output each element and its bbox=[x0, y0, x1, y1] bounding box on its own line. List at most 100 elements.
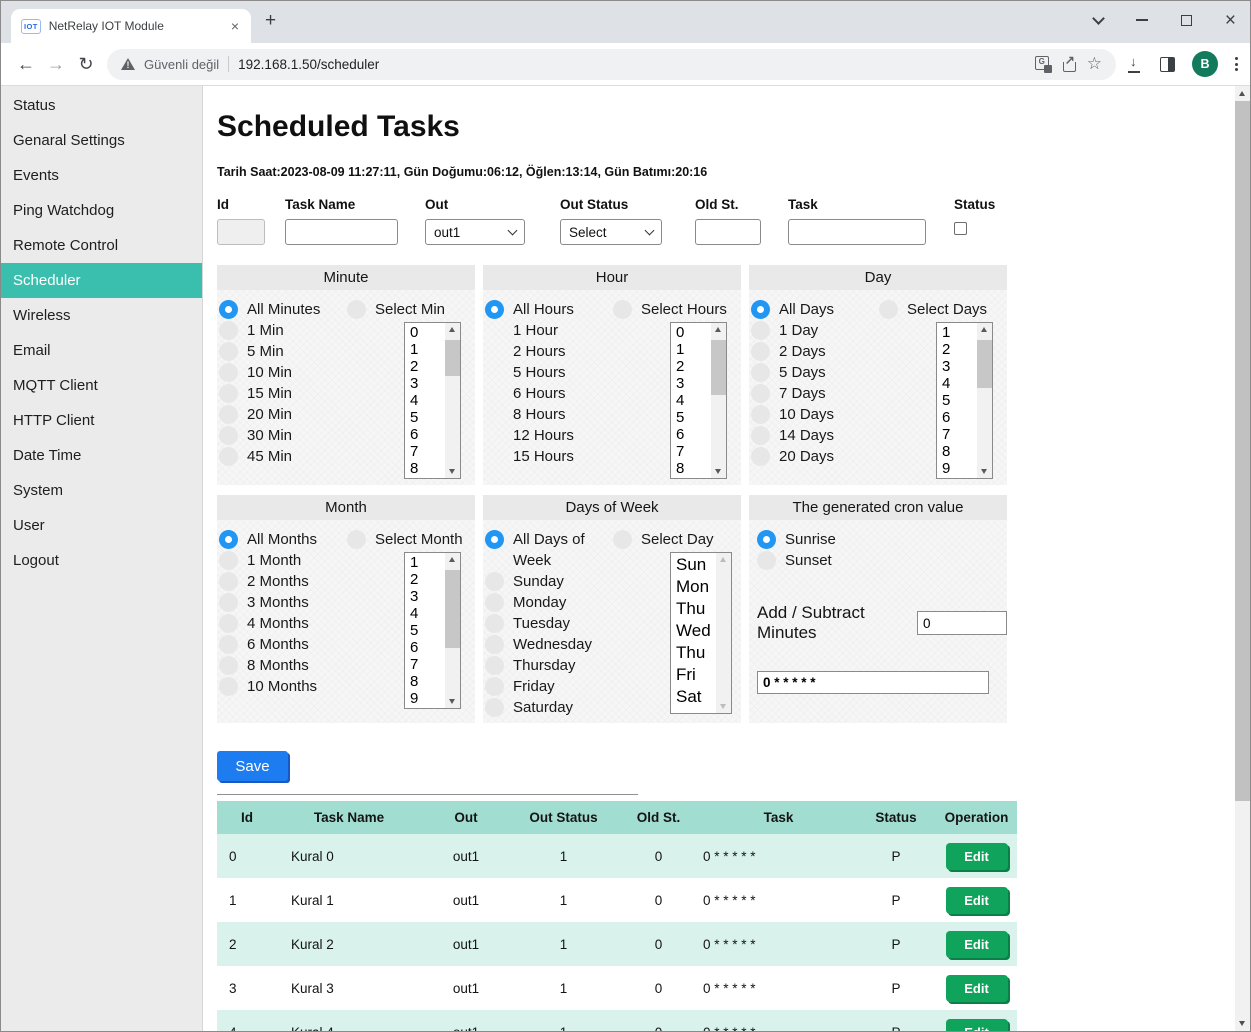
tab-close-icon[interactable]: × bbox=[229, 18, 241, 34]
scroll-thumb[interactable] bbox=[711, 340, 726, 395]
radio-option[interactable]: 2 Hours bbox=[485, 341, 613, 362]
listbox-option[interactable]: 1 bbox=[410, 341, 444, 358]
listbox-option[interactable]: 4 bbox=[410, 605, 444, 622]
scroll-thumb[interactable] bbox=[977, 340, 992, 388]
radio-option[interactable]: 5 Days bbox=[751, 362, 879, 383]
listbox-option[interactable]: 3 bbox=[410, 375, 444, 392]
select-hours-radio[interactable]: Select Hours bbox=[613, 299, 741, 320]
listbox-option[interactable]: 4 bbox=[676, 392, 710, 409]
listbox-option[interactable]: 10 bbox=[410, 707, 444, 709]
task-field[interactable] bbox=[788, 219, 926, 245]
radio-option[interactable]: 20 Days bbox=[751, 446, 879, 467]
radio-option[interactable]: 15 Min bbox=[219, 383, 347, 404]
listbox-option[interactable]: 8 bbox=[942, 443, 976, 460]
listbox-option[interactable]: Wed bbox=[676, 620, 715, 642]
listbox-option[interactable]: 3 bbox=[942, 358, 976, 375]
sidebar-item-date-time[interactable]: Date Time bbox=[1, 438, 202, 473]
radio-option[interactable]: 1 Min bbox=[219, 320, 347, 341]
radio-option[interactable]: 10 Days bbox=[751, 404, 879, 425]
scroll-up-icon[interactable] bbox=[716, 553, 731, 567]
listbox-option[interactable]: 9 bbox=[942, 460, 976, 477]
sidebar-item-status[interactable]: Status bbox=[1, 88, 202, 123]
listbox-option[interactable]: Thu bbox=[676, 598, 715, 620]
scroll-down-icon[interactable] bbox=[716, 699, 731, 713]
share-icon[interactable] bbox=[1061, 56, 1078, 72]
radio-option[interactable]: 45 Min bbox=[219, 446, 347, 467]
radio-option[interactable]: 6 Hours bbox=[485, 383, 613, 404]
listbox-option[interactable]: 1 bbox=[676, 341, 710, 358]
listbox-option[interactable]: 2 bbox=[942, 341, 976, 358]
sidebar-item-system[interactable]: System bbox=[1, 473, 202, 508]
listbox-option[interactable]: 2 bbox=[676, 358, 710, 375]
listbox-option[interactable]: 5 bbox=[410, 409, 444, 426]
radio-option[interactable]: 2 Months bbox=[219, 571, 347, 592]
select-month-radio[interactable]: Select Month bbox=[347, 529, 475, 550]
listbox-option[interactable]: Mon bbox=[676, 576, 715, 598]
sidebar-item-email[interactable]: Email bbox=[1, 333, 202, 368]
scroll-down-icon[interactable] bbox=[445, 464, 460, 478]
edit-button[interactable]: Edit bbox=[946, 975, 1008, 1002]
sidebar-item-mqtt-client[interactable]: MQTT Client bbox=[1, 368, 202, 403]
profile-avatar[interactable]: B bbox=[1192, 51, 1218, 77]
page-scrollbar[interactable] bbox=[1235, 86, 1250, 1031]
task-name-field[interactable] bbox=[285, 219, 398, 245]
radio-option[interactable]: 20 Min bbox=[219, 404, 347, 425]
radio-option[interactable]: Wednesday bbox=[485, 634, 613, 655]
listbox-option[interactable]: 8 bbox=[410, 673, 444, 690]
back-icon[interactable]: ← bbox=[11, 54, 41, 75]
sidebar-item-remote-control[interactable]: Remote Control bbox=[1, 228, 202, 263]
listbox-option[interactable]: 7 bbox=[676, 443, 710, 460]
scroll-up-icon[interactable] bbox=[445, 553, 460, 567]
old-st-field[interactable] bbox=[695, 219, 761, 245]
listbox-option[interactable]: 0 bbox=[676, 324, 710, 341]
listbox-scrollbar[interactable] bbox=[445, 553, 460, 708]
radio-option[interactable]: Friday bbox=[485, 676, 613, 697]
out-select[interactable]: out1 bbox=[425, 219, 525, 245]
sunrise-radio[interactable]: Sunrise bbox=[757, 529, 1007, 550]
save-button[interactable]: Save bbox=[217, 751, 288, 781]
select-day-radio[interactable]: Select Day bbox=[613, 529, 741, 550]
sidebar-item-http-client[interactable]: HTTP Client bbox=[1, 403, 202, 438]
listbox-option[interactable]: 9 bbox=[410, 477, 444, 479]
listbox-option[interactable]: 10 bbox=[942, 477, 976, 479]
scroll-up-icon[interactable] bbox=[977, 323, 992, 337]
hour-listbox[interactable]: 0123456789 bbox=[670, 322, 727, 479]
radio-option[interactable]: 30 Min bbox=[219, 425, 347, 446]
listbox-option[interactable]: 6 bbox=[676, 426, 710, 443]
browser-menu-icon[interactable] bbox=[1235, 56, 1238, 73]
scroll-up-icon[interactable] bbox=[711, 323, 726, 337]
scroll-thumb[interactable] bbox=[445, 340, 460, 376]
new-tab-button[interactable]: + bbox=[265, 10, 276, 32]
listbox-option[interactable]: 8 bbox=[410, 460, 444, 477]
out-status-select[interactable]: Select bbox=[560, 219, 662, 245]
radio-option[interactable]: 6 Months bbox=[219, 634, 347, 655]
listbox-option[interactable]: 5 bbox=[410, 622, 444, 639]
listbox-option[interactable]: 7 bbox=[410, 443, 444, 460]
radio-option[interactable]: Thursday bbox=[485, 655, 613, 676]
radio-option[interactable]: 4 Months bbox=[219, 613, 347, 634]
listbox-option[interactable]: 3 bbox=[676, 375, 710, 392]
side-panel-icon[interactable] bbox=[1160, 57, 1175, 72]
radio-option[interactable]: 14 Days bbox=[751, 425, 879, 446]
scroll-down-icon[interactable] bbox=[977, 464, 992, 478]
month-listbox[interactable]: 12345678910 bbox=[404, 552, 461, 709]
maximize-icon[interactable] bbox=[1181, 15, 1192, 26]
listbox-option[interactable]: 7 bbox=[942, 426, 976, 443]
radio-option[interactable]: 8 Hours bbox=[485, 404, 613, 425]
scroll-up-icon[interactable] bbox=[445, 323, 460, 337]
browser-tab[interactable]: IOT NetRelay IOT Module × bbox=[11, 9, 251, 43]
radio-option[interactable]: 15 Hours bbox=[485, 446, 613, 467]
radio-option[interactable]: 1 Month bbox=[219, 550, 347, 571]
listbox-option[interactable]: 2 bbox=[410, 571, 444, 588]
all-hours-radio[interactable]: All Hours bbox=[485, 299, 613, 320]
radio-option[interactable]: Sunday bbox=[485, 571, 613, 592]
radio-option[interactable]: 7 Days bbox=[751, 383, 879, 404]
sidebar-item-ping-watchdog[interactable]: Ping Watchdog bbox=[1, 193, 202, 228]
scroll-down-icon[interactable] bbox=[445, 694, 460, 708]
edit-button[interactable]: Edit bbox=[946, 843, 1008, 870]
radio-option[interactable]: 3 Months bbox=[219, 592, 347, 613]
radio-option[interactable]: 8 Months bbox=[219, 655, 347, 676]
sunset-radio[interactable]: Sunset bbox=[757, 550, 1007, 571]
cron-value-field[interactable] bbox=[757, 671, 989, 694]
listbox-scrollbar[interactable] bbox=[716, 553, 731, 713]
